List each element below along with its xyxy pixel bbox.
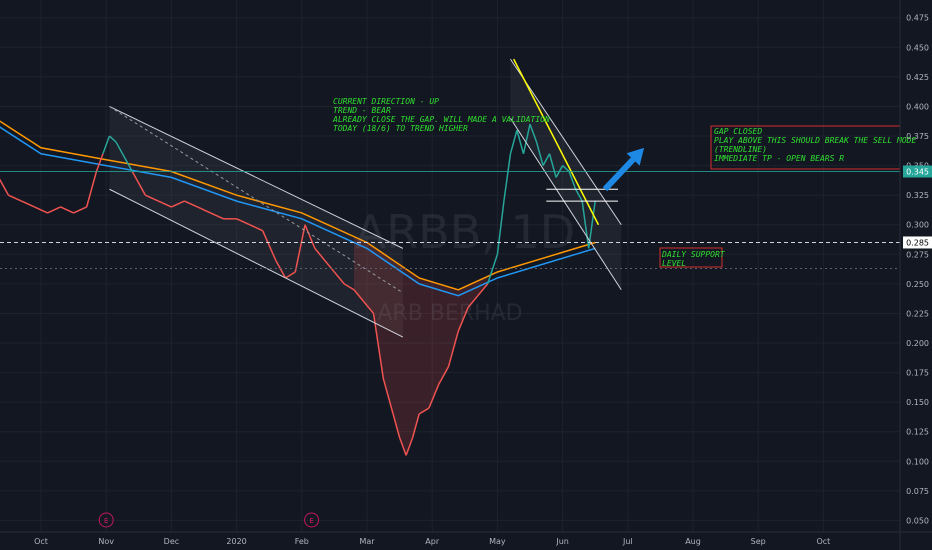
price-segment <box>8 194 22 202</box>
gap-note-line: GAP CLOSED <box>714 127 762 136</box>
price-segment <box>21 200 35 208</box>
price-tick-label: 0.050 <box>906 516 929 525</box>
time-tick-label: Apr <box>425 537 440 546</box>
grid-lines <box>0 0 900 532</box>
gap-note-line: PLAY ABOVE THIS SHOULD BREAK THE SELL MO… <box>714 136 916 145</box>
time-tick-label: Jul <box>622 537 633 546</box>
support-note-line: LEVEL <box>662 259 686 268</box>
price-tick-label: 0.250 <box>906 280 929 289</box>
price-segment <box>85 171 98 208</box>
time-tick-label: Aug <box>685 537 701 546</box>
price-segment <box>503 153 512 202</box>
gap-note-line: IMMEDIATE TP - OPEN BEARS R <box>714 154 844 163</box>
time-tick-label: Jun <box>555 537 569 546</box>
earnings-marker-label: E <box>309 517 313 525</box>
support-note-line: DAILY SUPPORT <box>661 250 726 259</box>
bear-fill <box>353 236 488 456</box>
price-tick-label: 0.175 <box>906 369 929 378</box>
arrow-shaft <box>602 157 636 192</box>
time-tick-label: Dec <box>164 537 179 546</box>
price-axis[interactable]: 0.050 0.075 0.100 0.125 0.150 0.175 0.200 0.225… <box>899 0 932 550</box>
price-tick-label: 0.275 <box>906 250 929 259</box>
price-segment <box>73 206 87 214</box>
price-segment <box>95 153 104 172</box>
price-tick-label: 0.300 <box>906 221 929 230</box>
time-tick-label: Oct <box>34 537 48 546</box>
time-tick-label: 2020 <box>226 537 246 546</box>
price-tick-label: 0.450 <box>906 43 929 52</box>
time-tick-label: Sep <box>751 537 766 546</box>
price-segment <box>47 206 61 214</box>
gap-note: GAP CLOSED PLAY ABOVE THIS SHOULD BREAK T… <box>714 127 916 163</box>
watermark-symbol: ARBB, 1D <box>355 205 575 259</box>
time-tick-label: Mar <box>359 537 375 546</box>
price-tick-label: 0.150 <box>906 398 929 407</box>
price-segment <box>60 206 74 214</box>
price-tick-label: 0.225 <box>906 309 929 318</box>
price-marker-label: 0.345 <box>906 168 929 177</box>
price-tick-label: 0.400 <box>906 102 929 111</box>
price-tick-label: 0.475 <box>906 14 929 23</box>
time-tick-label: Oct <box>816 537 830 546</box>
price-tick-label: 0.200 <box>906 339 929 348</box>
price-tick-label: 0.100 <box>906 457 929 466</box>
price-chart[interactable]: ARBB, 1D ARB BERHAD CURRENT DIRECTION - … <box>0 0 932 550</box>
direction-note-line: TODAY (18/6) TO TREND HIGHER <box>333 124 468 133</box>
series-lines <box>0 120 596 456</box>
time-tick-label: Nov <box>98 537 114 546</box>
price-segment <box>509 129 518 154</box>
price-tick-label: 0.425 <box>906 73 929 82</box>
direction-note-line: TREND - BEAR <box>333 106 391 115</box>
time-tick-label: May <box>489 537 506 546</box>
gap-note-line: (TRENDLINE) <box>714 145 767 154</box>
time-tick-label: Feb <box>295 537 309 546</box>
price-tick-label: 0.125 <box>906 428 929 437</box>
price-tick-label: 0.325 <box>906 191 929 200</box>
direction-note-line: ALREADY CLOSE THE GAP. WILL MADE A VALID… <box>332 115 550 124</box>
price-tick-label: 0.075 <box>906 487 929 496</box>
time-axis[interactable]: E E Oct Nov Dec 2020 Feb Mar Apr May Jun Jul Aug Sep O… <box>0 512 932 546</box>
earnings-marker-label: E <box>104 517 108 525</box>
price-segment <box>0 178 10 196</box>
watermark-company: ARB BERHAD <box>377 301 522 326</box>
direction-note-line: CURRENT DIRECTION - UP <box>333 97 439 106</box>
price-tick-label: 0.375 <box>906 132 929 141</box>
price-marker-label: 0.285 <box>906 238 929 247</box>
